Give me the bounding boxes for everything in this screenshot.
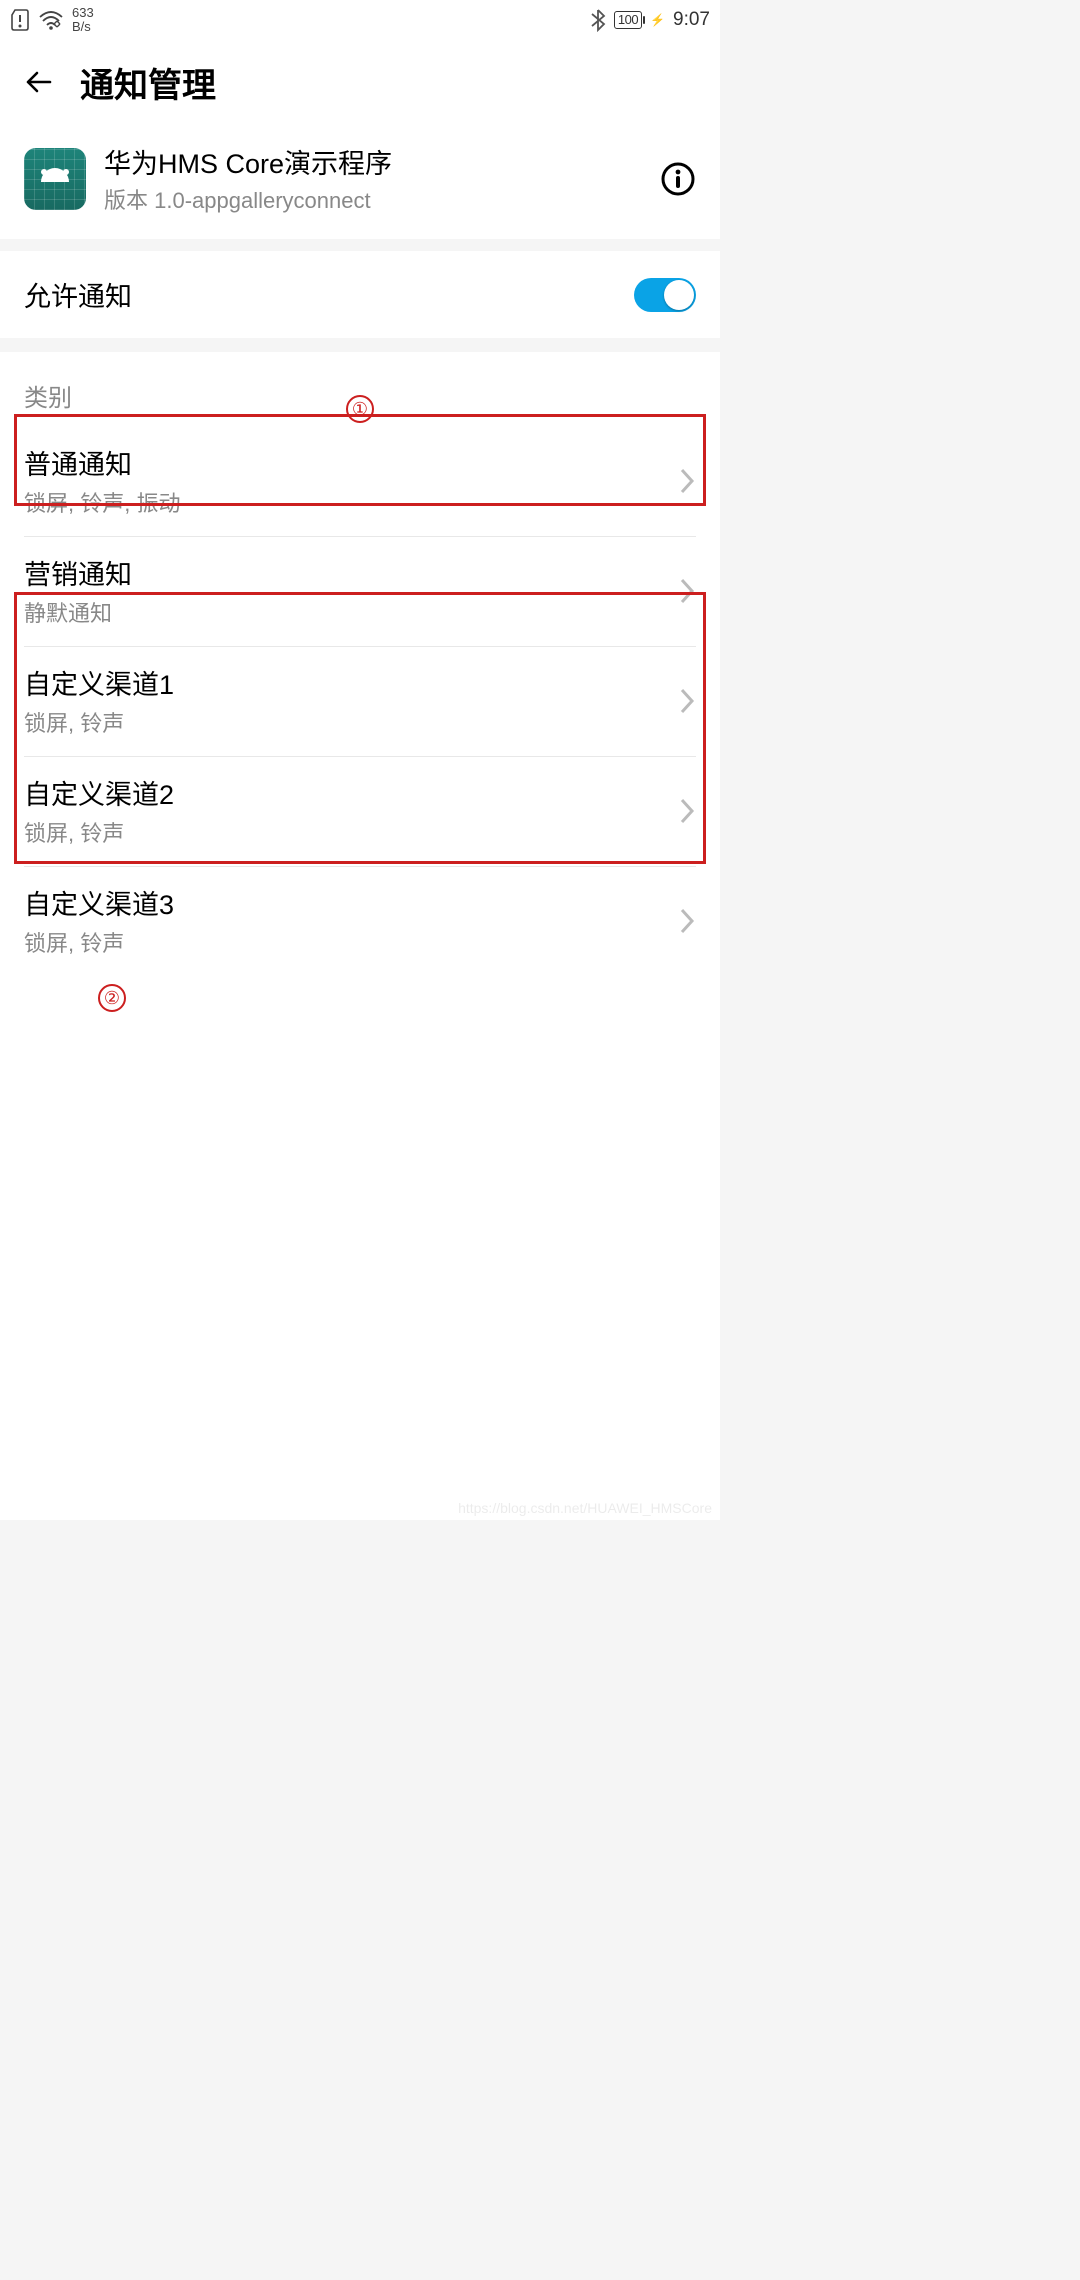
wifi-icon	[38, 9, 64, 31]
status-right: 100 ⚡ 9:07	[590, 8, 710, 32]
chevron-right-icon	[678, 577, 696, 605]
category-title: 自定义渠道2	[24, 773, 678, 812]
category-subtitle: 锁屏, 铃声	[24, 706, 678, 738]
category-list: 普通通知 锁屏, 铃声, 振动 营销通知 静默通知 自定义渠道1 锁屏, 铃声 …	[0, 427, 720, 976]
annotation-marker-1: ①	[346, 395, 374, 423]
clock: 9:07	[673, 9, 710, 31]
status-left: 633 B/s	[10, 6, 590, 33]
app-name: 华为HMS Core演示程序	[104, 142, 642, 181]
net-speed-unit: B/s	[72, 20, 94, 34]
chevron-right-icon	[678, 907, 696, 935]
category-title: 自定义渠道3	[24, 883, 678, 922]
chevron-right-icon	[678, 467, 696, 495]
chevron-right-icon	[678, 687, 696, 715]
app-version: 版本 1.0-appgalleryconnect	[104, 183, 642, 215]
allow-notifications-toggle[interactable]	[634, 278, 696, 312]
app-header-row: 华为HMS Core演示程序 版本 1.0-appgalleryconnect	[0, 124, 720, 239]
chevron-right-icon	[678, 797, 696, 825]
bluetooth-icon	[590, 8, 606, 32]
battery-indicator: 100	[614, 11, 642, 29]
categories-header: 类别 ①	[0, 352, 720, 427]
sim-alert-icon	[10, 8, 30, 32]
category-title: 自定义渠道1	[24, 663, 678, 702]
category-subtitle: 锁屏, 铃声, 振动	[24, 486, 678, 518]
allow-notifications-label: 允许通知	[24, 275, 634, 314]
back-button[interactable]	[24, 67, 54, 97]
app-icon	[24, 148, 86, 210]
title-bar: 通知管理	[0, 40, 720, 124]
category-title: 普通通知	[24, 443, 678, 482]
info-button[interactable]	[660, 161, 696, 197]
allow-notifications-row[interactable]: 允许通知	[0, 251, 720, 338]
app-meta: 华为HMS Core演示程序 版本 1.0-appgalleryconnect	[104, 142, 642, 215]
network-speed: 633 B/s	[72, 6, 94, 33]
watermark: https://blog.csdn.net/HUAWEI_HMSCore	[458, 1500, 712, 1516]
page-title: 通知管理	[80, 58, 216, 107]
category-item[interactable]: 自定义渠道2 锁屏, 铃声	[24, 757, 696, 867]
category-subtitle: 静默通知	[24, 596, 678, 628]
categories-section: 类别 ① 普通通知 锁屏, 铃声, 振动 营销通知 静默通知 自定义渠道1 锁屏…	[0, 352, 720, 1520]
charging-icon: ⚡	[650, 13, 665, 27]
category-subtitle: 锁屏, 铃声	[24, 816, 678, 848]
category-subtitle: 锁屏, 铃声	[24, 926, 678, 958]
category-item[interactable]: 普通通知 锁屏, 铃声, 振动	[24, 427, 696, 537]
category-item[interactable]: 自定义渠道1 锁屏, 铃声	[24, 647, 696, 757]
net-speed-value: 633	[72, 6, 94, 20]
category-title: 营销通知	[24, 553, 678, 592]
status-bar: 633 B/s 100 ⚡ 9:07	[0, 0, 720, 40]
categories-label: 类别	[24, 378, 72, 413]
category-item[interactable]: 营销通知 静默通知	[24, 537, 696, 647]
category-item[interactable]: 自定义渠道3 锁屏, 铃声	[24, 867, 696, 976]
annotation-marker-2: ②	[98, 984, 126, 1012]
